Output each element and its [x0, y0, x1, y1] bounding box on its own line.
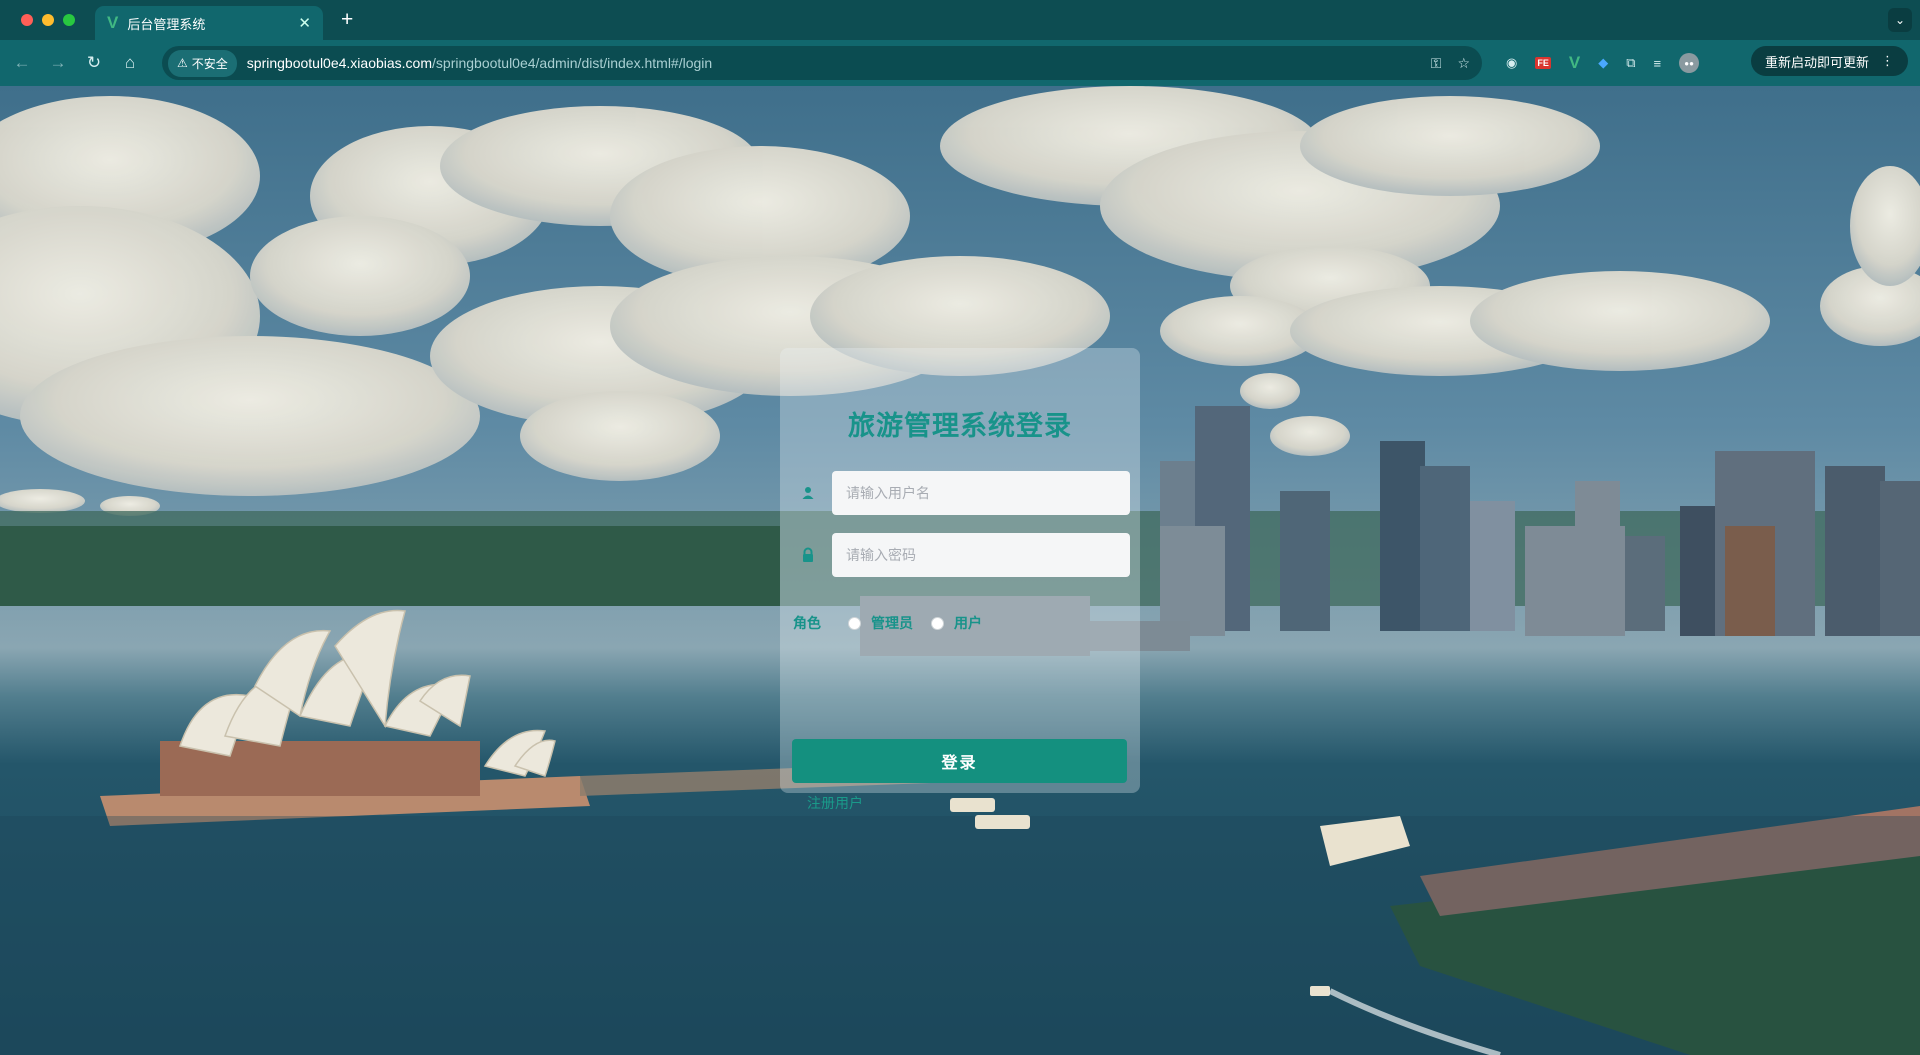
tab-title: 后台管理系统 — [127, 16, 206, 32]
fe-extension-icon[interactable]: FE — [1535, 57, 1551, 69]
tab-search-chevron-icon[interactable]: ⌄ — [1888, 8, 1912, 32]
vue-favicon-icon: V — [107, 13, 119, 32]
url-host: springbootul0e4.xiaobias.com — [246, 55, 433, 71]
warning-icon: ⚠ — [177, 56, 188, 70]
eyes-extension-icon[interactable]: ◉ — [1506, 55, 1517, 71]
vue-devtools-icon[interactable]: V — [1569, 53, 1580, 73]
login-page-background: 旅游管理系统登录 角色 管理员 用户 — [0, 86, 1920, 1055]
browser-toolbar: ← → ↻ ⌂ ⚠ 不安全 springbootul0e4.xiaobias.c… — [0, 40, 1920, 86]
reload-icon[interactable]: ↻ — [76, 53, 112, 73]
new-tab-button[interactable]: + — [341, 8, 353, 32]
password-input[interactable] — [832, 533, 1130, 577]
security-indicator[interactable]: ⚠ 不安全 — [168, 49, 237, 77]
url-path: /springbootul0e4/admin/dist/index.html#/… — [432, 55, 713, 71]
login-title: 旅游管理系统登录 — [848, 411, 1072, 441]
role-selector: 角色 管理员 用户 — [793, 613, 1000, 633]
role-label: 角色 — [793, 615, 821, 631]
browser-tab-active[interactable]: V 后台管理系统 ✕ — [95, 6, 323, 40]
user-icon — [802, 487, 814, 499]
url-text[interactable]: springbootul0e4.xiaobias.com/springbootu… — [247, 55, 1415, 71]
radio-circle[interactable] — [931, 616, 944, 630]
update-button-label: 重新启动即可更新 — [1764, 54, 1869, 70]
close-tab-icon[interactable]: ✕ — [298, 14, 311, 32]
address-bar[interactable]: ⚠ 不安全 springbootul0e4.xiaobias.com/sprin… — [162, 46, 1482, 80]
lock-icon — [803, 547, 813, 562]
role-radio-user[interactable]: 用户 — [931, 613, 982, 633]
forward-arrow-icon[interactable]: → — [40, 53, 76, 73]
puzzle-extensions-icon[interactable]: ⧉ — [1626, 55, 1635, 71]
username-input[interactable] — [832, 471, 1130, 515]
role-radio-admin[interactable]: 管理员 — [848, 613, 913, 633]
browser-tab-bar: V 后台管理系统 ✕ + ⌄ — [0, 0, 1920, 40]
home-icon[interactable]: ⌂ — [112, 53, 148, 73]
back-arrow-icon[interactable]: ← — [4, 53, 40, 73]
role-option-label: 管理员 — [871, 615, 913, 631]
gem-extension-icon[interactable]: ◆ — [1598, 55, 1608, 71]
radio-circle[interactable] — [848, 616, 861, 630]
kebab-menu-icon: ⋮ — [1881, 53, 1894, 68]
minimize-window-button[interactable] — [42, 14, 54, 26]
security-label: 不安全 — [191, 56, 228, 71]
bookmark-star-icon[interactable]: ☆ — [1457, 55, 1470, 72]
close-window-button[interactable] — [21, 14, 33, 26]
password-row — [790, 533, 1130, 577]
login-button[interactable]: 登录 — [792, 739, 1127, 783]
username-row — [790, 471, 1130, 515]
maximize-window-button[interactable] — [63, 14, 75, 26]
role-option-label: 用户 — [954, 615, 982, 631]
login-card: 旅游管理系统登录 角色 管理员 用户 — [780, 348, 1140, 811]
password-key-icon[interactable]: ⚿ — [1431, 55, 1442, 72]
register-link[interactable]: 注册用户 — [807, 793, 863, 813]
profile-avatar[interactable]: ●● — [1679, 53, 1700, 73]
window-controls — [21, 14, 75, 26]
extensions-area: ◉ FE V ◆ ⧉ ≡ ●● — [1506, 53, 1700, 73]
reading-list-icon[interactable]: ≡ — [1654, 56, 1662, 71]
update-button[interactable]: 重新启动即可更新 ⋮ — [1750, 46, 1908, 76]
